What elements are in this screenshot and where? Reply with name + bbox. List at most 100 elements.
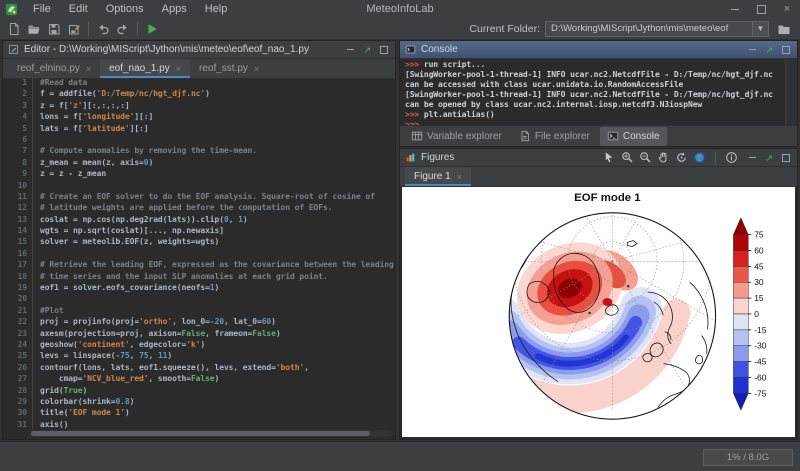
browse-folder-button[interactable] bbox=[774, 20, 794, 38]
window-close-button[interactable]: × bbox=[774, 0, 800, 18]
tab-close-icon[interactable]: × bbox=[86, 64, 91, 74]
console-maximize-icon[interactable] bbox=[782, 46, 790, 54]
figures-minimize-icon[interactable] bbox=[749, 157, 756, 158]
colorbar-tick-label: 60 bbox=[754, 245, 764, 255]
main-toolbar: Current Folder: D:\Working\MIScript\Jyth… bbox=[0, 18, 800, 40]
editor-float-icon[interactable]: ↗ bbox=[363, 45, 371, 55]
code-text: proj = projinfo(proj='ortho', lon_0=-20,… bbox=[32, 316, 276, 327]
code-line: 14wgts = np.sqrt(coslat)[..., np.newaxis… bbox=[3, 225, 395, 236]
colorbar-tick-label: 0 bbox=[754, 309, 759, 319]
line-number: 30 bbox=[3, 407, 32, 418]
new-file-button[interactable] bbox=[4, 20, 24, 38]
run-button[interactable] bbox=[142, 20, 162, 38]
open-file-button[interactable] bbox=[24, 20, 44, 38]
colorbar-tick-label: -75 bbox=[754, 388, 766, 398]
tab-close-icon[interactable]: × bbox=[176, 64, 181, 74]
code-line: 13coslat = np.cos(np.deg2rad(lats)).clip… bbox=[3, 214, 395, 225]
code-text: axis() bbox=[32, 419, 68, 429]
code-text: cmap='NCV_blue_red', smooth=False) bbox=[32, 373, 219, 384]
console-minimize-icon[interactable] bbox=[749, 49, 756, 50]
current-folder-combobox[interactable]: D:\Working\MIScript\Jython\mis\meteo\eof… bbox=[545, 21, 769, 37]
save-as-button[interactable] bbox=[64, 20, 84, 38]
rotate-button[interactable] bbox=[675, 151, 688, 164]
globe-button[interactable] bbox=[693, 151, 706, 164]
info-button[interactable] bbox=[725, 151, 738, 164]
figure-tab-close-icon[interactable]: × bbox=[457, 172, 462, 182]
menu-help[interactable]: Help bbox=[196, 3, 237, 15]
line-number: 13 bbox=[3, 214, 32, 225]
line-number: 27 bbox=[3, 373, 32, 384]
code-line: 12# latitude weights are applied before … bbox=[3, 202, 395, 213]
code-line: 30title('EOF mode 1') bbox=[3, 407, 395, 418]
app-logo-icon bbox=[5, 3, 18, 16]
figures-panel: Figures ↗ Figure 1 × EOF mode 1 bbox=[399, 148, 798, 440]
console-text: can be opened by class ucar.nc2.internal… bbox=[405, 100, 702, 109]
undo-button[interactable] bbox=[93, 20, 113, 38]
editor-panel-title: Editor - D:\Working\MIScript\Jython\mis\… bbox=[24, 44, 309, 55]
zoom-in-button[interactable] bbox=[621, 151, 634, 164]
folder-icon bbox=[777, 22, 791, 36]
zoom-out-button[interactable] bbox=[639, 151, 652, 164]
editor-tab-eof_nao_1-py[interactable]: eof_nao_1.py× bbox=[100, 59, 190, 78]
memory-indicator[interactable]: 1% / 8.0G bbox=[703, 449, 793, 466]
figure-tab-label: Figure 1 bbox=[414, 171, 451, 182]
code-line: 17# Retrieve the leading EOF, expressed … bbox=[3, 259, 395, 270]
code-text: # Retrieve the leading EOF, expressed as… bbox=[32, 259, 395, 270]
current-folder-zone: Current Folder: D:\Working\MIScript\Jyth… bbox=[469, 20, 800, 38]
console-text: [SwingWorker-pool-1-thread-1] INFO ucar.… bbox=[405, 70, 773, 79]
line-number: 29 bbox=[3, 396, 32, 407]
code-line: 6 bbox=[3, 134, 395, 145]
info-icon bbox=[725, 151, 738, 164]
console-output[interactable]: >>> run script...[SwingWorker-pool-1-thr… bbox=[400, 58, 786, 126]
colorbar-tick-label: 30 bbox=[754, 277, 764, 287]
line-number: 8 bbox=[3, 157, 32, 168]
console-vertical-scrollbar[interactable] bbox=[785, 58, 797, 126]
console-float-icon[interactable]: ↗ bbox=[765, 45, 773, 55]
code-text: #Read data bbox=[32, 77, 87, 88]
code-text: # time series and the input SLP anomalie… bbox=[32, 271, 328, 282]
window-minimize-button[interactable] bbox=[722, 0, 748, 18]
console-line: [SwingWorker-pool-1-thread-1] INFO ucar.… bbox=[405, 70, 786, 80]
line-number: 23 bbox=[3, 328, 32, 339]
figure-canvas[interactable]: EOF mode 1 bbox=[402, 187, 795, 437]
console-panel-header: Console ↗ bbox=[400, 41, 797, 59]
save-button[interactable] bbox=[44, 20, 64, 38]
panel-tab-console[interactable]: Console bbox=[600, 127, 667, 146]
tab-close-icon[interactable]: × bbox=[254, 64, 259, 74]
menu-apps[interactable]: Apps bbox=[153, 3, 196, 15]
menu-options[interactable]: Options bbox=[97, 3, 153, 15]
figures-panel-controls: ↗ bbox=[749, 153, 792, 163]
figures-maximize-icon[interactable] bbox=[782, 154, 790, 162]
code-text: z = f['z'][:,:,:,:] bbox=[32, 100, 130, 111]
panel-tab-file-explorer[interactable]: File explorer bbox=[512, 127, 597, 146]
pan-button[interactable] bbox=[657, 151, 670, 164]
line-number: 21 bbox=[3, 305, 32, 316]
status-bar: 1% / 8.0G bbox=[0, 441, 800, 471]
code-editor-area[interactable]: 1#Read data2f = addfile('D:/Temp/nc/hgt_… bbox=[3, 77, 395, 429]
editor-horizontal-scrollbar[interactable] bbox=[29, 430, 392, 437]
line-number: 3 bbox=[3, 100, 32, 111]
editor-tab-reof_sst-py[interactable]: reof_sst.py× bbox=[190, 59, 268, 78]
panel-tab-label: Variable explorer bbox=[427, 131, 502, 142]
code-text: # Compute anomalies by removing the time… bbox=[32, 145, 257, 156]
code-line: 25levs = linspace(-75, 75, 11) bbox=[3, 350, 395, 361]
editor-minimize-icon[interactable] bbox=[347, 49, 354, 50]
panel-tab-variable-explorer[interactable]: Variable explorer bbox=[404, 127, 509, 146]
tab-figure-1[interactable]: Figure 1 × bbox=[405, 167, 471, 186]
menu-edit[interactable]: Edit bbox=[60, 3, 97, 15]
code-line: 10 bbox=[3, 180, 395, 191]
colorbar-tick-label: -30 bbox=[754, 341, 766, 351]
code-line: 18# time series and the input SLP anomal… bbox=[3, 271, 395, 282]
redo-button[interactable] bbox=[113, 20, 133, 38]
current-folder-value[interactable]: D:\Working\MIScript\Jython\mis\meteo\eof bbox=[545, 21, 752, 37]
window-maximize-button[interactable] bbox=[748, 0, 774, 18]
menu-file[interactable]: File bbox=[24, 3, 60, 15]
meteoinfolab-window: FileEditOptionsAppsHelp MeteoInfoLab × C… bbox=[0, 0, 800, 471]
line-number: 4 bbox=[3, 111, 32, 122]
cursor-button[interactable] bbox=[603, 151, 616, 164]
editor-tab-reof_elnino-py[interactable]: reof_elnino.py× bbox=[8, 59, 100, 78]
figures-float-icon[interactable]: ↗ bbox=[765, 153, 773, 163]
editor-maximize-icon[interactable] bbox=[380, 46, 388, 54]
combo-dropdown-arrow-icon[interactable]: ▼ bbox=[752, 21, 769, 37]
editor-hscroll-thumb[interactable] bbox=[31, 431, 370, 436]
